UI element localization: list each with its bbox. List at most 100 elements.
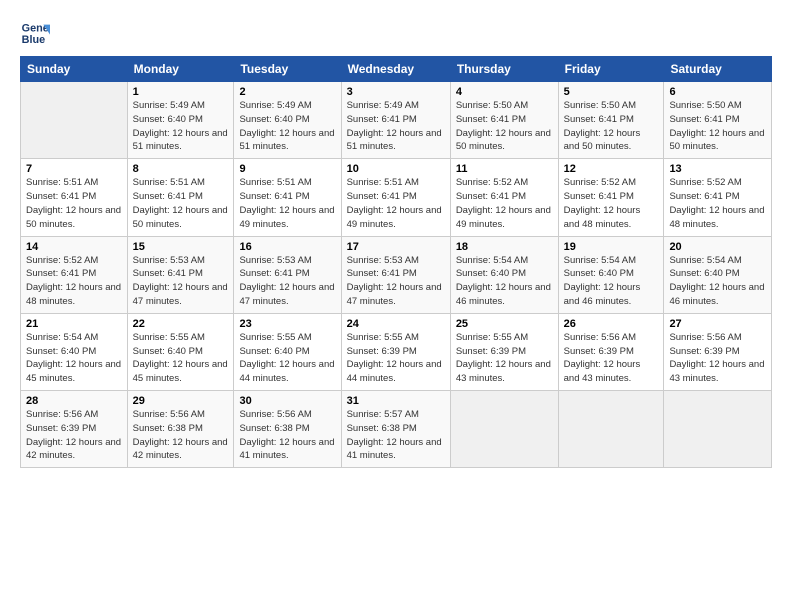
day-detail: Sunrise: 5:50 AMSunset: 6:41 PMDaylight:…	[564, 100, 641, 152]
day-detail: Sunrise: 5:50 AMSunset: 6:41 PMDaylight:…	[456, 100, 551, 152]
week-row-3: 21 Sunrise: 5:54 AMSunset: 6:40 PMDayligh…	[21, 313, 772, 390]
day-detail: Sunrise: 5:56 AMSunset: 6:39 PMDaylight:…	[564, 332, 641, 384]
calendar-cell	[21, 82, 128, 159]
day-detail: Sunrise: 5:53 AMSunset: 6:41 PMDaylight:…	[133, 255, 228, 307]
header-cell-thursday: Thursday	[450, 57, 558, 82]
day-number: 5	[564, 86, 659, 98]
calendar-cell: 23Sunrise: 5:55 AMSunset: 6:40 PMDayligh…	[234, 313, 341, 390]
day-number: 20	[669, 241, 766, 253]
day-detail: Sunrise: 5:53 AMSunset: 6:41 PMDaylight:…	[347, 255, 442, 307]
day-detail: Sunrise: 5:54 AMSunset: 6:40 PMDaylight:…	[669, 255, 764, 307]
day-detail: Sunrise: 5:52 AMSunset: 6:41 PMDaylight:…	[669, 177, 764, 229]
calendar-cell	[450, 391, 558, 468]
calendar-cell: 21 Sunrise: 5:54 AMSunset: 6:40 PMDayligh…	[21, 313, 128, 390]
day-detail: Sunrise: 5:54 AMSunset: 6:40 PMDaylight:…	[564, 255, 641, 307]
day-detail: Sunrise: 5:52 AMSunset: 6:41 PMDaylight:…	[456, 177, 551, 229]
calendar-table: SundayMondayTuesdayWednesdayThursdayFrid…	[20, 56, 772, 468]
day-number: 2	[239, 86, 335, 98]
day-number: 3	[347, 86, 445, 98]
header-cell-sunday: Sunday	[21, 57, 128, 82]
calendar-cell: 4 Sunrise: 5:50 AMSunset: 6:41 PMDaylight…	[450, 82, 558, 159]
day-detail: Sunrise: 5:54 AMSunset: 6:40 PMDaylight:…	[456, 255, 551, 307]
day-number: 31	[347, 395, 445, 407]
day-detail: Sunrise: 5:49 AMSunset: 6:40 PMDaylight:…	[239, 100, 334, 152]
day-number: 23	[239, 318, 335, 330]
calendar-cell	[664, 391, 772, 468]
header-cell-saturday: Saturday	[664, 57, 772, 82]
calendar-cell: 17 Sunrise: 5:53 AMSunset: 6:41 PMDayligh…	[341, 236, 450, 313]
header-cell-friday: Friday	[558, 57, 664, 82]
calendar-body: 1 Sunrise: 5:49 AMSunset: 6:40 PMDaylight…	[21, 82, 772, 468]
day-detail: Sunrise: 5:53 AMSunset: 6:41 PMDaylight:…	[239, 255, 334, 307]
day-detail: Sunrise: 5:56 AMSunset: 6:39 PMDaylight:…	[669, 332, 764, 384]
header-cell-monday: Monday	[127, 57, 234, 82]
svg-text:General: General	[22, 22, 50, 34]
day-number: 9	[239, 163, 335, 175]
day-detail: Sunrise: 5:49 AMSunset: 6:40 PMDaylight:…	[133, 100, 228, 152]
calendar-cell: 31Sunrise: 5:57 AMSunset: 6:38 PMDayligh…	[341, 391, 450, 468]
day-detail: Sunrise: 5:51 AMSunset: 6:41 PMDaylight:…	[133, 177, 228, 229]
day-detail: Sunrise: 5:50 AMSunset: 6:41 PMDaylight:…	[669, 100, 764, 152]
day-number: 29	[133, 395, 229, 407]
header-cell-wednesday: Wednesday	[341, 57, 450, 82]
day-detail: Sunrise: 5:55 AMSunset: 6:40 PMDaylight:…	[133, 332, 228, 384]
calendar-cell: 9Sunrise: 5:51 AMSunset: 6:41 PMDaylight…	[234, 159, 341, 236]
day-number: 22	[133, 318, 229, 330]
calendar-cell: 18 Sunrise: 5:54 AMSunset: 6:40 PMDayligh…	[450, 236, 558, 313]
calendar-cell: 19 Sunrise: 5:54 AMSunset: 6:40 PMDayligh…	[558, 236, 664, 313]
week-row-2: 14 Sunrise: 5:52 AMSunset: 6:41 PMDayligh…	[21, 236, 772, 313]
calendar-cell: 7Sunrise: 5:51 AMSunset: 6:41 PMDaylight…	[21, 159, 128, 236]
calendar-cell: 12 Sunrise: 5:52 AMSunset: 6:41 PMDayligh…	[558, 159, 664, 236]
calendar-cell: 5 Sunrise: 5:50 AMSunset: 6:41 PMDaylight…	[558, 82, 664, 159]
day-detail: Sunrise: 5:49 AMSunset: 6:41 PMDaylight:…	[347, 100, 442, 152]
day-detail: Sunrise: 5:52 AMSunset: 6:41 PMDaylight:…	[26, 255, 121, 307]
day-number: 19	[564, 241, 659, 253]
calendar-cell: 6 Sunrise: 5:50 AMSunset: 6:41 PMDaylight…	[664, 82, 772, 159]
calendar-cell: 1 Sunrise: 5:49 AMSunset: 6:40 PMDaylight…	[127, 82, 234, 159]
calendar-cell: 15 Sunrise: 5:53 AMSunset: 6:41 PMDayligh…	[127, 236, 234, 313]
header-cell-tuesday: Tuesday	[234, 57, 341, 82]
calendar-cell: 26Sunrise: 5:56 AMSunset: 6:39 PMDayligh…	[558, 313, 664, 390]
day-number: 8	[133, 163, 229, 175]
day-number: 13	[669, 163, 766, 175]
calendar-cell: 3 Sunrise: 5:49 AMSunset: 6:41 PMDaylight…	[341, 82, 450, 159]
calendar-cell: 11 Sunrise: 5:52 AMSunset: 6:41 PMDayligh…	[450, 159, 558, 236]
day-detail: Sunrise: 5:52 AMSunset: 6:41 PMDaylight:…	[564, 177, 641, 229]
day-number: 21	[26, 318, 122, 330]
header-row: SundayMondayTuesdayWednesdayThursdayFrid…	[21, 57, 772, 82]
day-number: 30	[239, 395, 335, 407]
day-detail: Sunrise: 5:54 AMSunset: 6:40 PMDaylight:…	[26, 332, 121, 384]
day-number: 17	[347, 241, 445, 253]
calendar-cell: 16Sunrise: 5:53 AMSunset: 6:41 PMDayligh…	[234, 236, 341, 313]
day-number: 14	[26, 241, 122, 253]
day-number: 15	[133, 241, 229, 253]
calendar-cell: 13 Sunrise: 5:52 AMSunset: 6:41 PMDayligh…	[664, 159, 772, 236]
calendar-cell: 27 Sunrise: 5:56 AMSunset: 6:39 PMDayligh…	[664, 313, 772, 390]
week-row-1: 7Sunrise: 5:51 AMSunset: 6:41 PMDaylight…	[21, 159, 772, 236]
day-detail: Sunrise: 5:51 AMSunset: 6:41 PMDaylight:…	[26, 177, 121, 229]
day-number: 25	[456, 318, 553, 330]
day-number: 6	[669, 86, 766, 98]
day-number: 24	[347, 318, 445, 330]
calendar-cell: 30 Sunrise: 5:56 AMSunset: 6:38 PMDayligh…	[234, 391, 341, 468]
day-number: 18	[456, 241, 553, 253]
calendar-cell: 10Sunrise: 5:51 AMSunset: 6:41 PMDayligh…	[341, 159, 450, 236]
day-number: 1	[133, 86, 229, 98]
day-detail: Sunrise: 5:55 AMSunset: 6:39 PMDaylight:…	[456, 332, 551, 384]
week-row-0: 1 Sunrise: 5:49 AMSunset: 6:40 PMDaylight…	[21, 82, 772, 159]
calendar-cell: 2 Sunrise: 5:49 AMSunset: 6:40 PMDaylight…	[234, 82, 341, 159]
calendar-cell: 29Sunrise: 5:56 AMSunset: 6:38 PMDayligh…	[127, 391, 234, 468]
logo-icon: General Blue	[20, 18, 50, 48]
day-detail: Sunrise: 5:55 AMSunset: 6:39 PMDaylight:…	[347, 332, 442, 384]
calendar-cell: 14 Sunrise: 5:52 AMSunset: 6:41 PMDayligh…	[21, 236, 128, 313]
calendar-cell: 24 Sunrise: 5:55 AMSunset: 6:39 PMDayligh…	[341, 313, 450, 390]
day-number: 27	[669, 318, 766, 330]
day-number: 11	[456, 163, 553, 175]
calendar-cell	[558, 391, 664, 468]
day-number: 4	[456, 86, 553, 98]
day-detail: Sunrise: 5:56 AMSunset: 6:38 PMDaylight:…	[239, 409, 334, 461]
day-detail: Sunrise: 5:51 AMSunset: 6:41 PMDaylight:…	[347, 177, 442, 229]
week-row-4: 28Sunrise: 5:56 AMSunset: 6:39 PMDayligh…	[21, 391, 772, 468]
day-number: 28	[26, 395, 122, 407]
day-number: 12	[564, 163, 659, 175]
